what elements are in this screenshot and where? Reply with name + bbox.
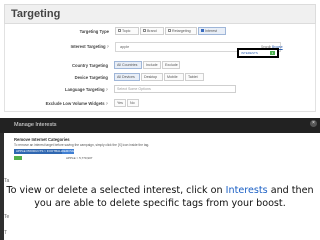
device-option-all[interactable]: All Devices	[114, 73, 140, 81]
country-option-include[interactable]: Include	[143, 61, 161, 69]
country-option-all[interactable]: All Countries	[114, 61, 142, 69]
panel-title: Targeting	[11, 8, 61, 20]
audience-size-pill	[14, 156, 22, 160]
checkbox-icon	[143, 29, 146, 32]
device-targeting-label: Device Targeting	[74, 75, 108, 80]
targeting-option-retargeting[interactable]: Retargeting	[165, 27, 197, 35]
panel-header: Targeting	[4, 4, 316, 24]
interests-button[interactable]: INTERESTS	[241, 51, 258, 55]
modal-description: To remove an interest target before savi…	[14, 143, 150, 147]
targeting-option-topic[interactable]: Topic	[115, 27, 139, 35]
targeting-option-interest[interactable]: Interest	[198, 27, 226, 35]
instruction-caption: To view or delete a selected interest, c…	[4, 184, 316, 210]
low-volume-no[interactable]: No	[127, 99, 139, 107]
background-row-label: Ta	[4, 178, 10, 184]
close-icon[interactable]: ×	[310, 120, 317, 127]
targeting-panel: Targeting Targeting Type Topic Brand Ret…	[4, 4, 316, 112]
language-targeting-label: Language Targeting ?	[64, 87, 108, 92]
manage-interests-modal: Manage Interests × Remove Internet Categ…	[0, 118, 320, 240]
checkbox-icon	[168, 29, 171, 32]
approx-size: APPLE > 5,770,907	[66, 156, 93, 160]
background-row-label: T	[4, 230, 8, 236]
help-icon: ?	[106, 45, 109, 49]
interest-tag[interactable]: APPLE PRODUCTS > FOOTBALL×	[14, 149, 68, 154]
device-option-desktop[interactable]: Desktop	[141, 73, 163, 81]
help-icon: ?	[105, 88, 108, 92]
background-row-label: Te	[4, 214, 10, 220]
country-option-exclude[interactable]: Exclude	[162, 61, 180, 69]
interests-count-badge: 1	[270, 51, 275, 55]
modal-header: Manage Interests ×	[0, 118, 320, 133]
interests-button-highlight[interactable]: INTERESTS 1	[237, 48, 279, 58]
country-targeting-label: Country Targeting	[72, 63, 108, 68]
language-select[interactable]: Select Some Options	[114, 85, 236, 93]
low-volume-yes[interactable]: Yes	[114, 99, 126, 107]
remove-button[interactable]: REMOVE	[62, 149, 74, 154]
low-volume-label: Exclude Low Volume Widgets ?	[45, 101, 108, 106]
checkbox-checked-icon	[201, 29, 204, 32]
modal-title: Manage Interests	[14, 122, 57, 128]
checkbox-icon	[118, 29, 121, 32]
help-icon: ?	[105, 102, 108, 106]
targeting-type-label: Targeting Type	[79, 29, 109, 34]
caption-text-before: To view or delete a selected interest, c…	[6, 185, 226, 196]
device-option-mobile[interactable]: Mobile	[164, 73, 184, 81]
device-option-tablet[interactable]: Tablet	[185, 73, 204, 81]
caption-highlight: Interests	[225, 185, 268, 196]
modal-subtitle: Remove Internet Categories	[14, 137, 70, 142]
interest-targeting-label: Interest Targeting ?	[70, 44, 109, 49]
targeting-option-brand[interactable]: Brand	[140, 27, 164, 35]
